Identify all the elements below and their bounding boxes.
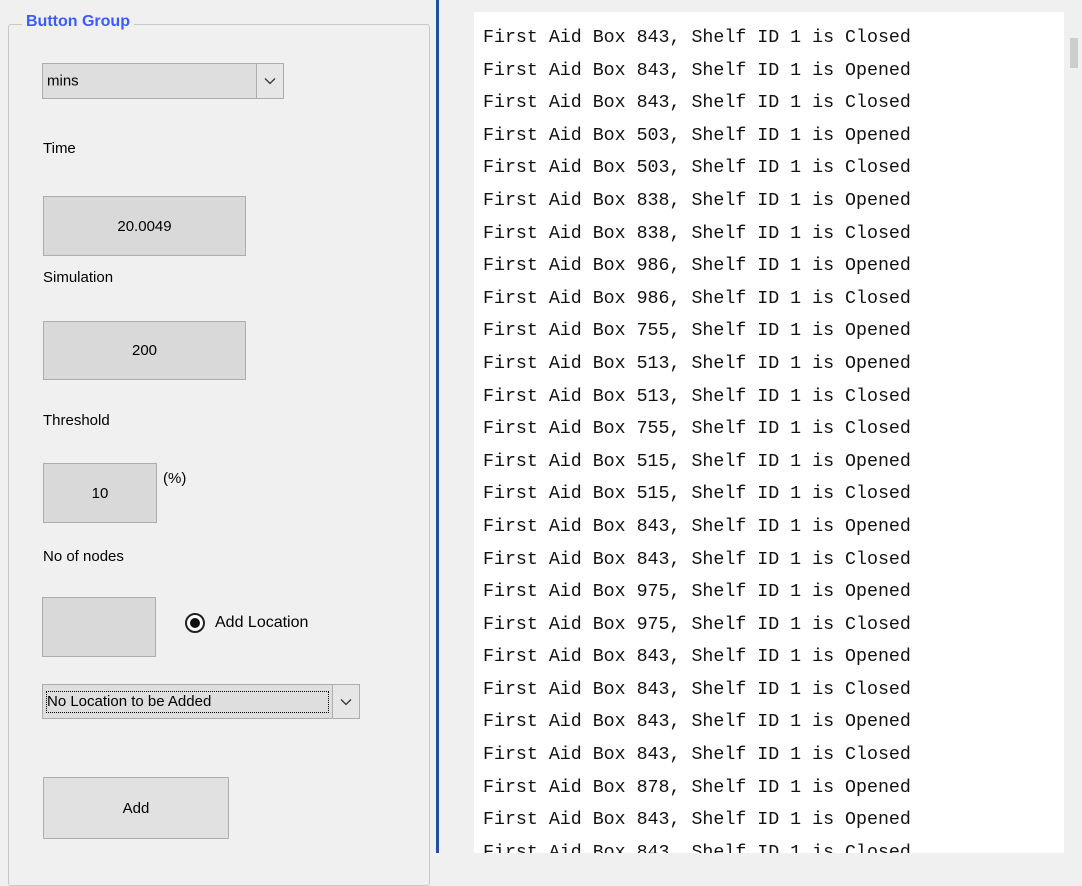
chevron-down-icon[interactable] (256, 64, 283, 98)
simulation-value-field: 200 (43, 321, 246, 380)
log-line: First Aid Box 843, Shelf ID 1 is Closed (483, 28, 911, 48)
threshold-label: Threshold (43, 412, 110, 429)
unit-dropdown-value: mins (47, 72, 79, 90)
group-box-title: Button Group (22, 13, 134, 31)
add-location-radio[interactable] (185, 613, 205, 633)
log-line: First Aid Box 843, Shelf ID 1 is Opened (483, 60, 911, 81)
add-button[interactable]: Add (43, 777, 229, 839)
nodes-label: No of nodes (43, 548, 124, 565)
chevron-down-icon[interactable] (332, 685, 359, 718)
log-line: First Aid Box 755, Shelf ID 1 is Opened (483, 321, 911, 342)
radio-selected-icon (190, 618, 200, 628)
event-log[interactable]: First Aid Box 843, Shelf ID 1 is Closed F… (474, 12, 1064, 853)
control-panel: Button Group mins Time 20.0049 Simulatio… (0, 0, 436, 886)
add-location-label[interactable]: Add Location (215, 614, 308, 632)
time-label: Time (43, 140, 76, 157)
simulation-label: Simulation (43, 269, 114, 286)
log-line: First Aid Box 503, Shelf ID 1 is Closed (483, 158, 911, 179)
event-log-lines: First Aid Box 843, Shelf ID 1 is Closed F… (483, 22, 911, 853)
threshold-unit: (%) (163, 470, 187, 487)
nodes-input[interactable] (42, 597, 156, 657)
log-line: First Aid Box 843, Shelf ID 1 is Closed (483, 745, 911, 766)
location-dropdown[interactable]: No Location to be Added (42, 684, 360, 719)
log-line: First Aid Box 975, Shelf ID 1 is Closed (483, 614, 911, 635)
log-line: First Aid Box 838, Shelf ID 1 is Opened (483, 190, 911, 211)
time-value-field: 20.0049 (43, 196, 246, 256)
log-line: First Aid Box 843, Shelf ID 1 is Opened (483, 647, 911, 668)
log-line: First Aid Box 843, Shelf ID 1 is Opened (483, 516, 911, 537)
panel-gap (439, 0, 474, 853)
log-line: First Aid Box 513, Shelf ID 1 is Closed (483, 386, 911, 407)
log-line: First Aid Box 878, Shelf ID 1 is Opened (483, 777, 911, 798)
log-line: First Aid Box 843, Shelf ID 1 is Closed (483, 679, 911, 700)
log-line: First Aid Box 986, Shelf ID 1 is Closed (483, 288, 911, 309)
log-scrollbar[interactable] (1064, 12, 1082, 853)
log-line: First Aid Box 843, Shelf ID 1 is Closed (483, 842, 911, 853)
log-line: First Aid Box 515, Shelf ID 1 is Opened (483, 451, 911, 472)
log-line: First Aid Box 843, Shelf ID 1 is Opened (483, 810, 911, 831)
log-line: First Aid Box 843, Shelf ID 1 is Opened (483, 712, 911, 733)
log-line: First Aid Box 975, Shelf ID 1 is Opened (483, 582, 911, 603)
log-line: First Aid Box 503, Shelf ID 1 is Opened (483, 125, 911, 146)
scrollbar-thumb[interactable] (1070, 38, 1078, 68)
log-line: First Aid Box 843, Shelf ID 1 is Closed (483, 549, 911, 570)
log-line: First Aid Box 843, Shelf ID 1 is Closed (483, 93, 911, 114)
unit-dropdown[interactable]: mins (42, 63, 284, 99)
log-line: First Aid Box 513, Shelf ID 1 is Opened (483, 353, 911, 374)
log-line: First Aid Box 755, Shelf ID 1 is Closed (483, 419, 911, 440)
location-dropdown-value: No Location to be Added (46, 690, 329, 713)
log-line: First Aid Box 986, Shelf ID 1 is Opened (483, 256, 911, 277)
log-line: First Aid Box 838, Shelf ID 1 is Closed (483, 223, 911, 244)
log-line: First Aid Box 515, Shelf ID 1 is Closed (483, 484, 911, 505)
threshold-input[interactable]: 10 (43, 463, 157, 523)
